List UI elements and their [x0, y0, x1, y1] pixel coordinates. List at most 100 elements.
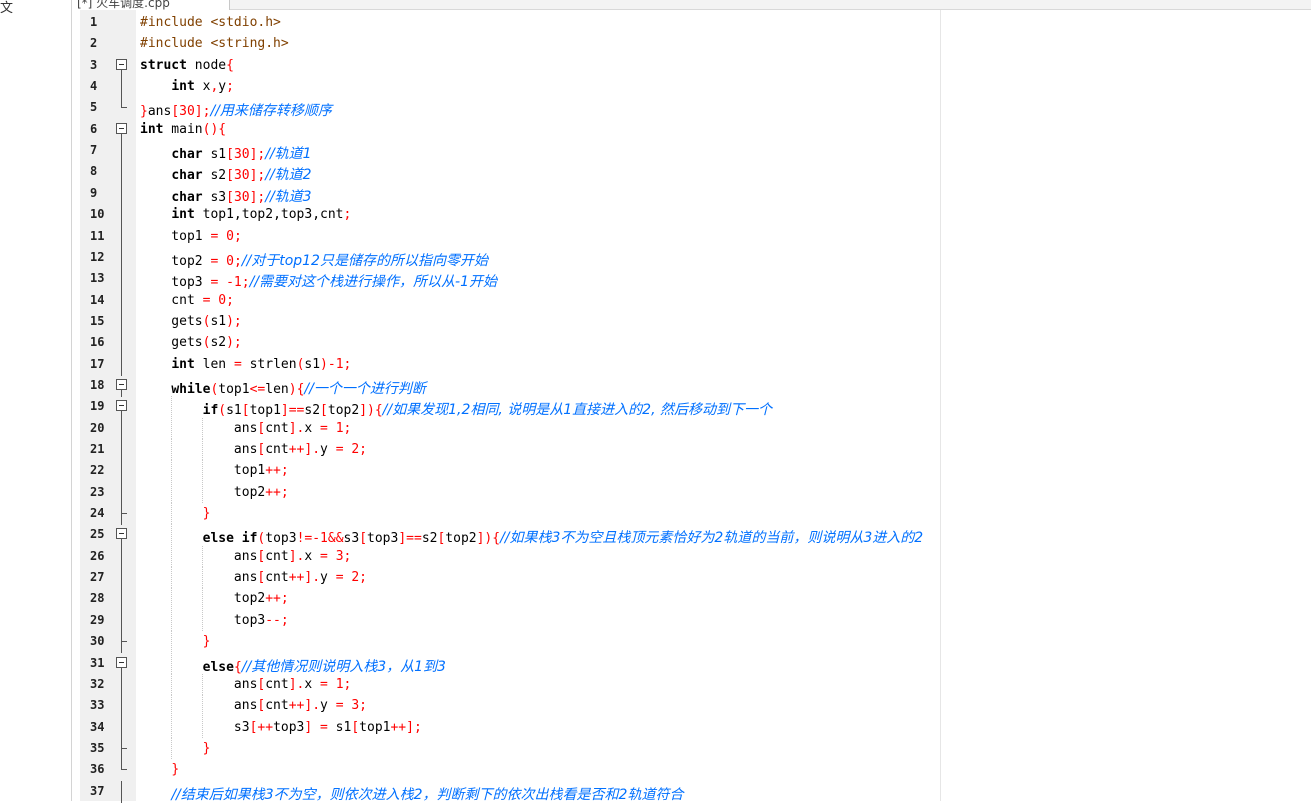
- code-text[interactable]: #include <stdio.h>: [140, 15, 281, 30]
- code-text[interactable]: struct node{: [140, 58, 234, 73]
- fold-guide: [121, 641, 127, 643]
- code-text[interactable]: ans[cnt++].y = 3;: [140, 698, 367, 713]
- fold-toggle-icon[interactable]: [116, 58, 127, 70]
- code-line[interactable]: 7 char s1[30];//轨道1: [80, 140, 1300, 163]
- code-line[interactable]: 25 else if(top3!=-1&&s3[top3]==s2[top2])…: [80, 524, 1300, 547]
- file-tab[interactable]: [*] 火车调度.cpp: [70, 0, 230, 10]
- code-text[interactable]: top2++;: [140, 485, 289, 500]
- code-text[interactable]: top1 = 0;: [140, 228, 241, 244]
- code-token: ;: [343, 207, 352, 223]
- code-line[interactable]: 26 ans[cnt].x = 3;: [80, 545, 1300, 568]
- code-token: ++;: [265, 463, 289, 479]
- code-text[interactable]: }: [140, 762, 179, 777]
- code-line[interactable]: 21 ans[cnt++].y = 2;: [80, 439, 1300, 461]
- fold-toggle-icon[interactable]: [116, 122, 127, 134]
- code-text[interactable]: char s3[30];//轨道3: [140, 186, 311, 206]
- fold-toggle-icon[interactable]: [116, 656, 127, 668]
- code-token: int: [171, 79, 195, 95]
- code-line[interactable]: 3 struct node{: [80, 55, 1300, 77]
- code-line[interactable]: 11 top1 = 0;: [80, 225, 1300, 248]
- code-text[interactable]: ans[cnt++].y = 2;: [140, 442, 367, 457]
- code-text[interactable]: #include <string.h>: [140, 36, 289, 51]
- code-text[interactable]: int main(){: [140, 122, 226, 137]
- code-line[interactable]: 36 }: [80, 759, 1300, 780]
- code-text[interactable]: else if(top3!=-1&&s3[top3]==s2[top2]){//…: [140, 527, 924, 547]
- code-line[interactable]: 33 ans[cnt++].y = 3;: [80, 695, 1300, 718]
- code-line[interactable]: 22 top1++;: [80, 460, 1300, 483]
- code-line[interactable]: 9 char s3[30];//轨道3: [80, 182, 1300, 206]
- code-text[interactable]: top2++;: [140, 591, 289, 606]
- code-token: ++].: [288, 698, 321, 714]
- code-line[interactable]: 10 int top1,top2,top3,cnt;: [80, 204, 1300, 227]
- code-text[interactable]: if(s1[top1]==s2[top2]){//如果发现1,2相同, 说明是从…: [140, 399, 772, 419]
- code-text[interactable]: cnt = 0;: [140, 293, 234, 308]
- code-token: top3: [140, 275, 211, 291]
- code-text[interactable]: int len = strlen(s1)-1;: [140, 357, 351, 372]
- code-line[interactable]: 2 #include <string.h>: [80, 33, 1300, 54]
- code-text[interactable]: top1++;: [140, 463, 289, 478]
- code-text[interactable]: gets(s1);: [140, 314, 241, 329]
- code-line[interactable]: 23 top2++;: [80, 481, 1300, 504]
- code-token: =: [320, 548, 328, 564]
- fold-guide: [121, 503, 122, 526]
- fold-toggle-icon[interactable]: [116, 528, 127, 540]
- fold-guide: [121, 161, 122, 184]
- code-line[interactable]: 19 if(s1[top1]==s2[top2]){//如果发现1,2相同, 说…: [80, 396, 1300, 419]
- code-line[interactable]: 30 }: [80, 631, 1300, 654]
- code-line[interactable]: 27 ans[cnt++].y = 2;: [80, 567, 1300, 590]
- code-text[interactable]: while(top1<=len){//一个一个进行判断: [140, 378, 426, 398]
- code-line[interactable]: 14 cnt = 0;: [80, 289, 1300, 312]
- code-line[interactable]: 13 top3 = -1;//需要对这个栈进行操作，所以从-1开始: [80, 268, 1300, 291]
- code-text[interactable]: top3 = -1;//需要对这个栈进行操作，所以从-1开始: [140, 271, 497, 291]
- fold-guide: [121, 513, 127, 515]
- code-text[interactable]: top2 = 0;//对于top12只是储存的所以指向零开始: [140, 250, 488, 270]
- code-line[interactable]: 24 }: [80, 503, 1300, 526]
- code-token: //结束后如果栈3不为空，则依次进入栈2，判断剩下的依次出栈看是否和2轨道符合: [171, 786, 684, 803]
- code-token: (): [202, 121, 219, 137]
- code-line[interactable]: 34 s3[++top3] = s1[top1++];: [80, 716, 1300, 739]
- code-text[interactable]: int top1,top2,top3,cnt;: [140, 207, 351, 222]
- code-token: ;: [343, 356, 352, 372]
- code-line[interactable]: 37 //结束后如果栈3不为空，则依次进入栈2，判断剩下的依次出栈看是否和2轨道…: [80, 780, 1300, 803]
- code-line[interactable]: 20 ans[cnt].x = 1;: [80, 417, 1300, 440]
- fold-toggle-icon[interactable]: [116, 400, 127, 412]
- code-line[interactable]: 6 int main(){: [80, 119, 1300, 141]
- code-line[interactable]: 17 int len = strlen(s1)-1;: [80, 353, 1300, 376]
- code-text[interactable]: }: [140, 634, 211, 649]
- code-line[interactable]: 28 top2++;: [80, 588, 1300, 611]
- code-token: ;: [226, 292, 234, 308]
- code-text[interactable]: }: [140, 741, 211, 756]
- fold-toggle-icon[interactable]: [116, 378, 127, 390]
- code-text[interactable]: }: [140, 506, 211, 521]
- code-text[interactable]: gets(s2);: [140, 335, 241, 350]
- code-line[interactable]: 16 gets(s2);: [80, 332, 1300, 355]
- indent-guide: [171, 716, 173, 738]
- code-line[interactable]: 12 top2 = 0;//对于top12只是储存的所以指向零开始: [80, 246, 1300, 270]
- code-token: cnt: [265, 420, 289, 436]
- code-token: ;: [343, 548, 352, 564]
- code-line[interactable]: 5}ans[30];//用来储存转移顺序: [80, 97, 1300, 120]
- code-token: top1: [140, 228, 211, 244]
- code-line[interactable]: 29 top3--;: [80, 609, 1300, 632]
- code-text[interactable]: s3[++top3] = s1[top1++];: [140, 720, 422, 735]
- code-line[interactable]: 4 int x,y;: [80, 76, 1300, 99]
- code-text[interactable]: }ans[30];//用来储存转移顺序: [140, 100, 332, 120]
- code-line[interactable]: 35 }: [80, 737, 1300, 760]
- code-text[interactable]: top3--;: [140, 613, 289, 628]
- code-line[interactable]: 32 ans[cnt].x = 1;: [80, 673, 1300, 696]
- code-line[interactable]: 1 #include <stdio.h>: [80, 12, 1300, 33]
- code-text[interactable]: else{//其他情况则说明入栈3，从1到3: [140, 656, 446, 676]
- code-text[interactable]: ans[cnt++].y = 2;: [140, 570, 367, 585]
- code-line[interactable]: 8 char s2[30];//轨道2: [80, 161, 1300, 184]
- code-text[interactable]: char s1[30];//轨道1: [140, 143, 311, 163]
- indent-guide: [202, 567, 204, 589]
- code-line[interactable]: 15 gets(s1);: [80, 310, 1300, 333]
- code-text[interactable]: char s2[30];//轨道2: [140, 164, 311, 184]
- code-text[interactable]: int x,y;: [140, 79, 234, 94]
- code-line[interactable]: 18 while(top1<=len){//一个一个进行判断: [80, 375, 1300, 398]
- code-line[interactable]: 31 else{//其他情况则说明入栈3，从1到3: [80, 652, 1300, 676]
- code-token: s3: [140, 719, 250, 735]
- code-token: =: [320, 719, 328, 735]
